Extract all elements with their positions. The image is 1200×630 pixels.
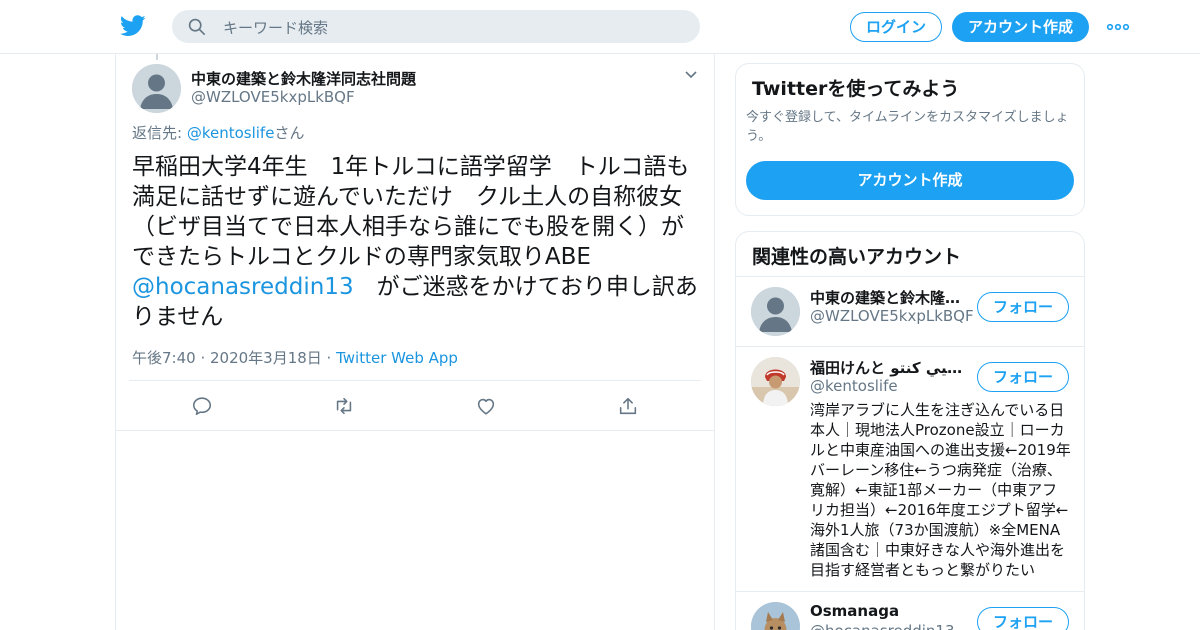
account-handle[interactable]: @hocanasreddin13 (810, 622, 955, 630)
author-handle[interactable]: @WZLOVE5kxpLkBQF (191, 88, 355, 106)
search-icon (188, 18, 206, 36)
login-button[interactable]: ログイン (850, 12, 942, 42)
signup-button[interactable]: アカウント作成 (952, 12, 1089, 42)
top-bar: キーワード検索 ログイン アカウント作成 (0, 0, 1200, 54)
follow-button[interactable]: フォロー (977, 292, 1069, 322)
reply-suffix: さん (274, 124, 305, 142)
account-avatar[interactable] (751, 357, 800, 406)
promo-description: 今すぐ登録して、タイムラインをカスタマイズしましょう。 (746, 110, 1069, 144)
reply-mention-link[interactable]: @kentoslife (187, 124, 275, 142)
related-account-item[interactable]: 中東の建築と鈴木隆洋同志社問題 @WZLOVE5kxpLkBQF フォロー (736, 277, 1084, 347)
account-handle[interactable]: @WZLOVE5kxpLkBQF (810, 307, 974, 325)
account-avatar[interactable] (751, 602, 800, 630)
promo-title: Twitterを使ってみよう (752, 78, 960, 100)
related-accounts-title: 関連性の高いアカウント (752, 246, 962, 268)
account-name[interactable]: 中東の建築と鈴木隆洋同志社問題 (810, 287, 966, 308)
tweet-timestamp[interactable]: 午後7:40 · 2020年3月18日 · (132, 349, 336, 367)
profile-photo-icon (751, 602, 800, 630)
reply-context: 返信先: @kentoslifeさん (132, 122, 304, 143)
default-avatar-icon (132, 64, 181, 113)
tweet-source-link[interactable]: Twitter Web App (336, 349, 458, 367)
more-options-icon[interactable] (1106, 20, 1130, 34)
account-avatar[interactable] (751, 287, 800, 336)
related-accounts-card: 関連性の高いアカウント 中東の建築と鈴木隆洋同志社問題 @WZLOVE5kxpL… (735, 231, 1085, 630)
tweet-text: 早稲田大学4年生 1年トルコに語学留学 トルコ語も満足に話せずに遊んでいただけ … (132, 152, 704, 332)
account-handle[interactable]: @kentoslife (810, 377, 898, 395)
account-name[interactable]: 福田けんと ليا بانيي كنتو (810, 357, 966, 378)
like-icon[interactable] (475, 395, 497, 417)
signup-promo-card: Twitterを使ってみよう 今すぐ登録して、タイムラインをカスタマイズしましょ… (735, 63, 1085, 216)
thread-connector (156, 54, 158, 60)
tweet-text-part1: 早稲田大学4年生 1年トルコに語学留学 トルコ語も満足に話せずに遊んでいただけ … (132, 154, 690, 270)
search-bar[interactable]: キーワード検索 (172, 10, 700, 43)
related-account-item[interactable]: Osmanaga @hocanasreddin13 フォロー (736, 592, 1084, 630)
follow-button[interactable]: フォロー (977, 607, 1069, 630)
account-name[interactable]: Osmanaga (810, 602, 966, 620)
retweet-icon[interactable] (333, 395, 355, 417)
follow-button[interactable]: フォロー (977, 362, 1069, 392)
default-avatar-icon (751, 287, 800, 336)
tweet-column: 中東の建築と鈴木隆洋同志社問題 @WZLOVE5kxpLkBQF 返信先: @k… (115, 54, 715, 630)
share-icon[interactable] (617, 395, 639, 417)
tweet-actions (116, 381, 714, 431)
account-bio: 湾岸アラブに人生を注ぎ込んでいる日本人｜現地法人Prozone設立｜ローカルと中… (810, 401, 1071, 579)
promo-signup-button[interactable]: アカウント作成 (746, 161, 1074, 200)
author-avatar[interactable] (132, 64, 181, 113)
search-input[interactable]: キーワード検索 (223, 17, 328, 38)
reply-icon[interactable] (191, 395, 213, 417)
tweet-mention-link[interactable]: @hocanasreddin13 (132, 274, 354, 300)
tweet-metadata: 午後7:40 · 2020年3月18日 · Twitter Web App (132, 347, 458, 368)
related-account-item[interactable]: 福田けんと ليا بانيي كنتو @kentoslife フォロー 湾岸… (736, 347, 1084, 592)
author-name[interactable]: 中東の建築と鈴木隆洋同志社問題 (191, 68, 416, 89)
chevron-down-icon[interactable] (684, 70, 698, 80)
reply-prefix: 返信先: (132, 124, 187, 142)
profile-photo-icon (751, 357, 800, 406)
twitter-logo-icon[interactable] (120, 14, 146, 38)
